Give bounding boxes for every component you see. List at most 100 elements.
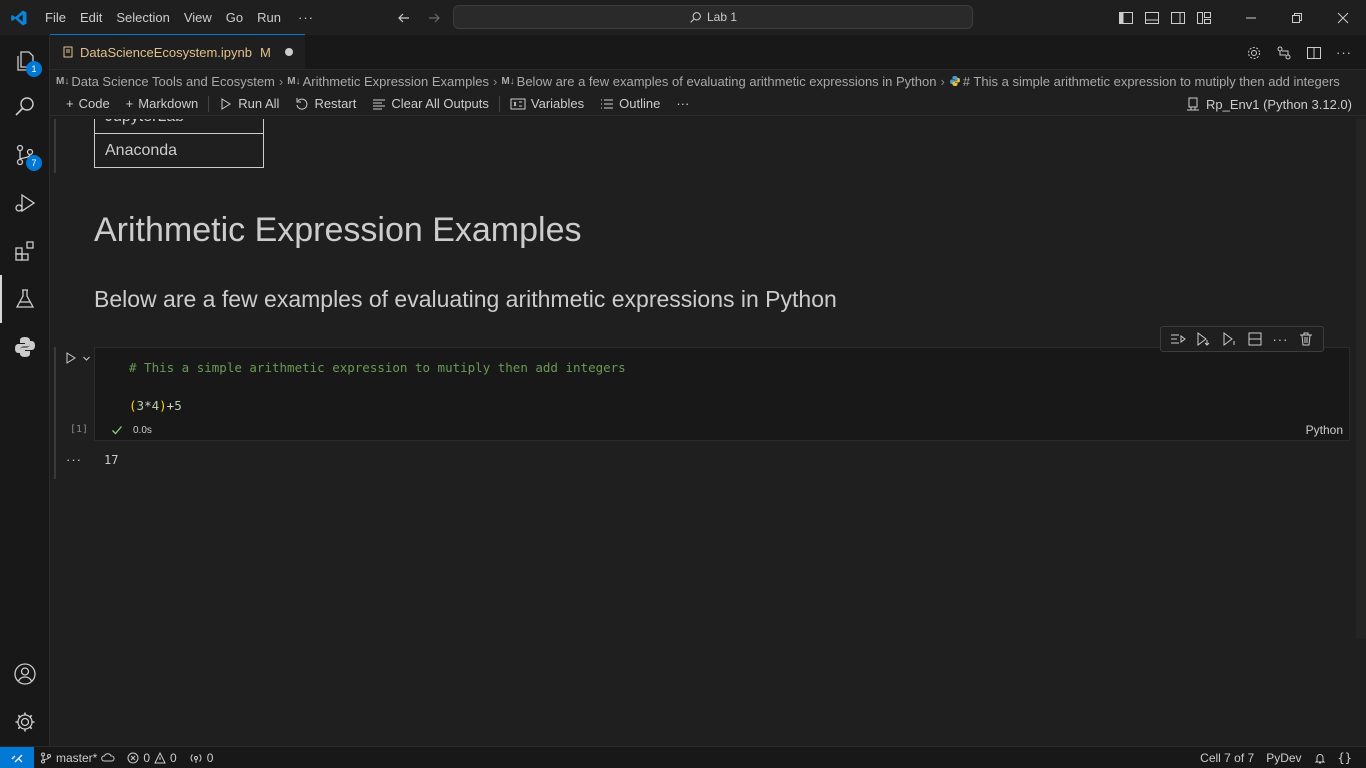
chevron-right-icon: › [492,73,498,89]
toggle-panel-icon[interactable] [1144,10,1160,26]
back-arrow-icon[interactable] [396,10,412,26]
markdown-cell-indicator [54,119,56,173]
problems-status[interactable]: 0 0 [121,747,182,768]
execute-cell-and-below-icon[interactable] [1195,331,1211,347]
vscode-logo-icon [0,0,38,35]
tab-modified-marker: M [259,44,271,60]
execute-below-icon[interactable] [1221,331,1237,347]
run-all-button[interactable]: Run All [211,92,287,116]
source-control-icon[interactable]: 7 [0,131,50,179]
more-actions-icon[interactable]: ··· [1336,45,1352,60]
breadcrumb: M↓ Data Science Tools and Ecosystem › M↓… [50,70,1366,92]
toggle-secondary-sidebar-icon[interactable] [1170,10,1186,26]
breadcrumb-item[interactable]: # This a simple arithmetic expression to… [949,74,1340,89]
delete-cell-icon[interactable] [1298,331,1314,347]
markdown-icon: M↓ [287,75,301,87]
kernel-picker[interactable]: Rp_Env1 (Python 3.12.0) [1186,92,1352,116]
forward-arrow-icon[interactable] [426,10,442,26]
add-code-cell-button[interactable]: + Code [58,92,118,116]
status-bar: master* 0 0 0 Cell 7 of 7 PyDev {} [0,746,1366,768]
menu-go[interactable]: Go [219,0,250,35]
extensions-icon[interactable] [0,227,50,275]
menu-file[interactable]: File [38,0,73,35]
cell-toolbar: ··· [1160,326,1324,352]
cell-execution-status: 0.0s [111,424,152,436]
status-bar-right: Cell 7 of 7 PyDev {} [1194,747,1358,768]
cell-output: 17 [104,453,119,467]
vertical-scrollbar[interactable] [1356,119,1366,639]
notebook-content: JupyterLab Anaconda Arithmetic Expressio… [50,119,1366,746]
split-cell-icon[interactable] [1247,331,1263,347]
code-cell-editor[interactable]: # This a simple arithmetic expression to… [94,347,1350,441]
editor-tabs: DataScienceEcosystem.ipynb M ··· [50,34,1366,70]
command-center-search[interactable]: Lab 1 [453,5,973,29]
clear-all-icon [372,97,386,111]
menu-run[interactable]: Run [250,0,288,35]
minimize-button[interactable] [1228,0,1274,35]
explorer-icon[interactable]: 1 [0,37,50,85]
python-icon[interactable] [0,323,50,371]
restore-button[interactable] [1274,0,1320,35]
accounts-icon[interactable] [0,650,50,698]
clear-all-outputs-button[interactable]: Clear All Outputs [364,92,497,116]
more-cell-actions-icon[interactable]: ··· [1272,332,1288,347]
ports-status[interactable]: 0 [183,747,220,768]
split-editor-icon[interactable] [1306,45,1322,61]
editor-area: DataScienceEcosystem.ipynb M ··· M↓ Data… [50,34,1366,746]
breadcrumb-item[interactable]: M↓ Data Science Tools and Ecosystem [56,74,275,89]
tab-notebook[interactable]: DataScienceEcosystem.ipynb M [50,34,305,69]
toolbar-divider [208,95,210,112]
warning-icon [154,751,166,764]
activity-bar: 1 7 [0,35,50,746]
remote-indicator-icon[interactable] [0,746,34,768]
source-control-badge: 7 [26,155,42,171]
settings-gear-icon[interactable] [1246,45,1262,61]
testing-flask-icon[interactable] [0,275,50,323]
git-branch-status[interactable]: master* [34,747,121,768]
execute-above-icon[interactable] [1170,331,1186,347]
menu-bar: File Edit Selection View Go Run ··· [38,0,324,35]
toolbar-divider [498,95,500,112]
menu-selection[interactable]: Selection [109,0,176,35]
close-button[interactable] [1320,0,1366,35]
editor-actions: ··· [1246,35,1352,70]
outline-button[interactable]: Outline [592,92,668,116]
chevron-right-icon: › [940,73,945,89]
menu-view[interactable]: View [177,0,219,35]
customize-layout-icon[interactable] [1196,10,1212,26]
table-cell: JupyterLab [94,119,264,134]
notifications-bell-icon[interactable] [1308,747,1332,768]
menu-edit[interactable]: Edit [73,0,109,35]
search-view-icon[interactable] [0,83,50,131]
run-cell-button[interactable] [64,351,91,365]
restart-kernel-button[interactable]: Restart [287,92,364,116]
search-label: Lab 1 [706,10,738,24]
plus-icon: + [125,96,134,111]
execution-duration: 0.0s [133,424,152,436]
cell-language-picker[interactable]: Python [1306,423,1343,437]
manage-gear-icon[interactable] [0,698,50,746]
unsaved-dot-icon[interactable] [284,48,293,56]
toggle-primary-sidebar-icon[interactable] [1118,10,1134,26]
git-branch-icon [40,752,52,764]
cell-position[interactable]: Cell 7 of 7 [1194,747,1260,768]
search-icon [689,11,702,24]
add-markdown-cell-button[interactable]: + Markdown [118,92,207,116]
copilot-braces-icon[interactable]: {} [1332,747,1358,768]
broadcast-icon [189,752,203,764]
tab-filename: DataScienceEcosystem.ipynb [80,44,252,60]
menu-more-button[interactable]: ··· [288,0,324,35]
execution-count: [1] [70,424,89,435]
variables-button[interactable]: Variables [502,92,592,116]
compare-changes-icon[interactable] [1276,45,1292,61]
code-cell-indicator [54,347,56,479]
output-more-button[interactable]: ··· [66,452,82,467]
interpreter-status[interactable]: PyDev [1260,747,1307,768]
run-all-icon [219,97,233,111]
restart-icon [295,97,309,111]
python-cell-icon [949,75,961,87]
breadcrumb-item[interactable]: M↓ Arithmetic Expression Examples [287,74,489,89]
breadcrumb-item[interactable]: M↓ Below are a few examples of evaluatin… [501,74,936,89]
run-debug-icon[interactable] [0,179,50,227]
toolbar-more-button[interactable]: ··· [668,92,697,116]
